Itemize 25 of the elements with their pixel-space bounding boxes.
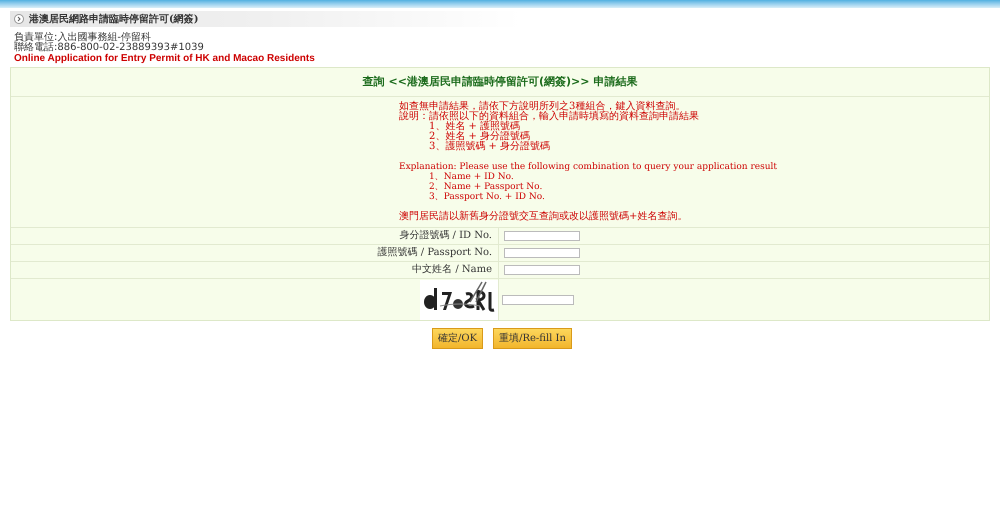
text-field[interactable] <box>504 231 580 241</box>
combination-item: 1、Name + ID No. <box>428 172 515 182</box>
note-text: 澳門居民請以新舊身分證號交互查詢或改以護照號碼+姓名查詢。 <box>399 212 688 222</box>
field-label: 護照號碼 / Passport No. <box>378 248 492 258</box>
form-button[interactable]: 重填/Re-fill In <box>493 328 572 349</box>
combination-item: 2、姓名 + 身分證號碼 <box>428 132 530 142</box>
combination-item: 3、護照號碼 + 身分證號碼 <box>428 142 552 152</box>
info-line: 負責單位:入出國事務組-停留科 <box>14 33 151 43</box>
subtitle: Online Application for Entry Permit of HK and Macao Residents <box>14 53 316 65</box>
form-button[interactable]: 確定/OK <box>432 328 484 349</box>
text-field[interactable] <box>504 248 580 258</box>
combination-item: 1、姓名 + 護照號碼 <box>428 122 520 132</box>
combination-item: 3、Passport No. + ID No. <box>428 192 546 202</box>
page-title: 港澳居民網路申請臨時停留許可(網簽) <box>29 12 198 26</box>
info-line: 聯絡電話:886-800-02-23889393#1039 <box>14 43 205 53</box>
combination-item: 2、Name + Passport No. <box>428 182 544 192</box>
instruction-text: 如查無申請結果，請依下方說明所列之3種組合，鍵入資料查詢。 <box>399 102 686 112</box>
instruction-text: 說明：請依照以下的資料組合，輸入申請時填寫的資料查詢申請結果 <box>399 112 700 122</box>
text-field[interactable] <box>504 265 580 275</box>
explanation-text: Explanation: Please use the following combination to query your application result <box>399 162 778 172</box>
panel-title: 查詢 <<港澳居民申請臨時停留許可(網簽)>> 申請結果 <box>362 74 638 90</box>
field-label: 身分證號碼 / ID No. <box>399 231 492 241</box>
captcha-field[interactable] <box>502 294 574 304</box>
chevron-icon <box>14 14 24 24</box>
field-label: 中文姓名 / Name <box>412 265 492 275</box>
